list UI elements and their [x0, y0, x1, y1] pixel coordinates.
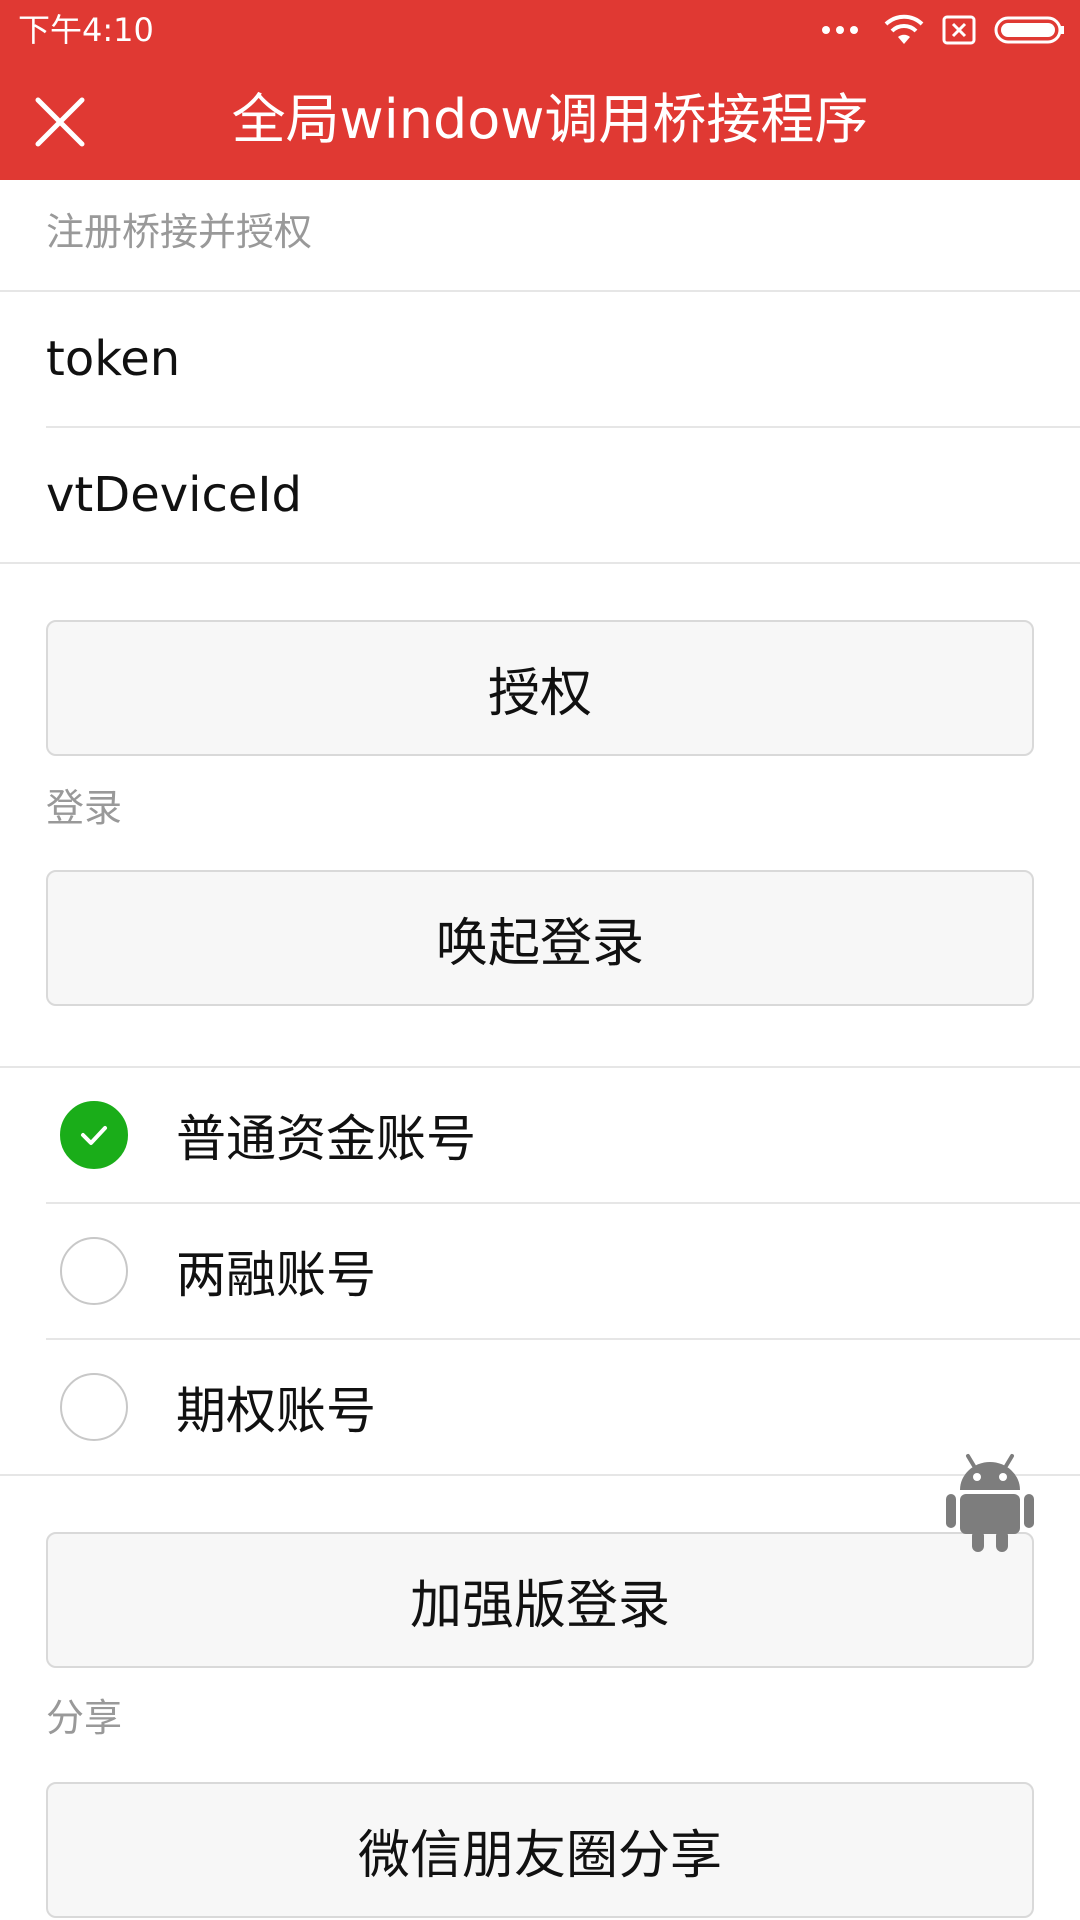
account-type-list: 普通资金账号 两融账号 期权账号: [0, 1066, 1080, 1476]
radio-label: 期权账号: [176, 1382, 376, 1440]
radio-label: 两融账号: [176, 1246, 376, 1304]
radio-option-account[interactable]: 期权账号: [46, 1338, 1080, 1474]
android-icon: [946, 1454, 1034, 1552]
section-label-login: 登录: [46, 786, 123, 830]
radio-circle-icon[interactable]: [60, 1373, 128, 1441]
android-debug-button[interactable]: [944, 1446, 1036, 1554]
check-circle-icon[interactable]: [60, 1101, 128, 1169]
radio-normal-account[interactable]: 普通资金账号: [46, 1068, 1080, 1202]
invoke-login-button[interactable]: 唤起登录: [46, 870, 1034, 1006]
battery-icon: [994, 16, 1064, 44]
enhanced-login-button[interactable]: 加强版登录: [46, 1532, 1034, 1668]
section-label-auth: 注册桥接并授权: [46, 210, 313, 254]
radio-margin-account[interactable]: 两融账号: [46, 1202, 1080, 1338]
auth-fields: token vtDeviceId: [0, 290, 1080, 564]
section-label-share: 分享: [46, 1696, 123, 1740]
status-icons: [822, 10, 1066, 50]
more-dots-icon: [822, 26, 858, 34]
top-bar: 下午4:10 全局window调用桥接程序: [0, 0, 1080, 180]
page-title: 全局window调用桥接程序: [231, 88, 869, 151]
device-id-field[interactable]: vtDeviceId: [46, 426, 1080, 562]
main-content: 注册桥接并授权 token vtDeviceId 授权 登录 唤起登录 普通资金…: [0, 180, 1080, 1918]
wifi-icon: [884, 14, 924, 44]
radio-label: 普通资金账号: [176, 1110, 476, 1168]
radio-circle-icon[interactable]: [60, 1237, 128, 1305]
status-time: 下午4:10: [18, 11, 154, 49]
token-field[interactable]: token: [46, 292, 1080, 426]
no-sim-icon: [942, 15, 976, 45]
wechat-moments-share-button[interactable]: 微信朋友圈分享: [46, 1782, 1034, 1918]
authorize-button[interactable]: 授权: [46, 620, 1034, 756]
